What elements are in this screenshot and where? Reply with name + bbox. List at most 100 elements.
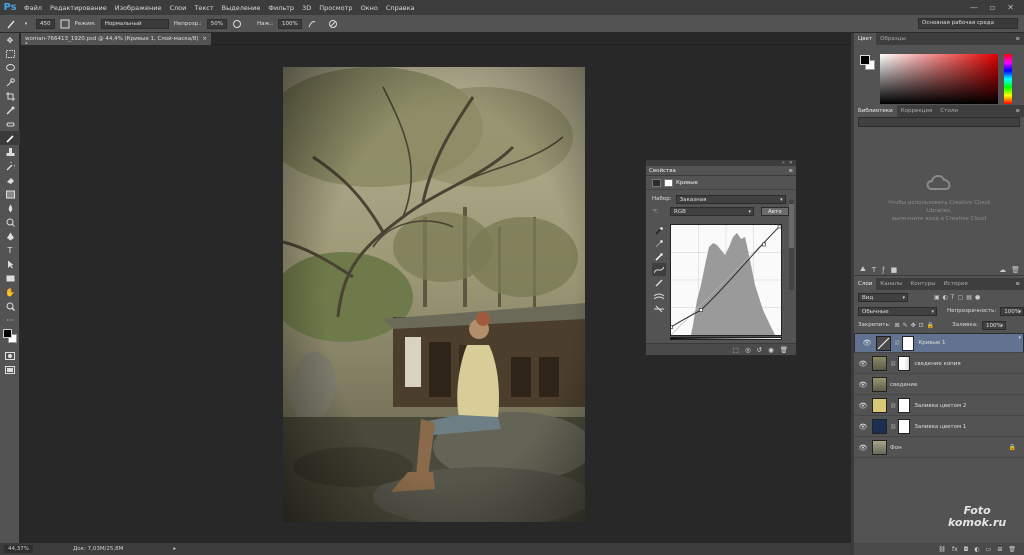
curves-graph[interactable] (669, 224, 782, 336)
pressure-field[interactable]: 100% (278, 18, 302, 29)
libraries-menu-icon[interactable]: ≡ (1015, 108, 1024, 114)
status-menu-arrow[interactable]: ▸ (173, 546, 176, 552)
lock-artboard-icon[interactable]: ⊡ (919, 322, 924, 329)
new-group-icon[interactable]: ▭ (986, 546, 992, 553)
layer-mask-thumbnail[interactable] (898, 419, 911, 434)
clip-to-layer-icon[interactable]: ⬚ (733, 346, 739, 354)
clone-stamp-tool-icon[interactable] (0, 145, 20, 159)
lock-pixels-icon[interactable]: ✎ (903, 322, 908, 329)
lock-position-icon[interactable]: ✥ (911, 322, 916, 329)
layer-row-background[interactable]: 👁 Фон 🔒 (854, 438, 1024, 458)
gray-point-eyedropper-icon[interactable] (652, 237, 666, 250)
layer-opacity-field[interactable]: 100% (1000, 306, 1024, 316)
layer-row-merged-copy[interactable]: 👁 ⛓ сведение копия (854, 354, 1024, 374)
gradient-tool-icon[interactable] (0, 187, 20, 201)
add-layer-style-icon[interactable]: ƒ (882, 266, 884, 274)
filter-shape-icon[interactable]: ▢ (958, 294, 964, 301)
menu-image[interactable]: Изображение (111, 4, 166, 12)
delete-layer-icon[interactable]: 🗑 (1008, 546, 1016, 553)
tab-color[interactable]: Цвет (854, 33, 877, 45)
mode-select[interactable]: Нормальный (100, 18, 169, 29)
layer-fill-field[interactable]: 100% (981, 320, 1006, 330)
tab-history[interactable]: История (940, 278, 972, 290)
new-layer-icon[interactable]: ⊞ (997, 546, 1002, 553)
layers-menu-icon[interactable]: ≡ (1015, 281, 1024, 287)
filter-type-icon[interactable]: T (951, 294, 955, 301)
maximize-button[interactable]: ▫ (990, 3, 995, 12)
brush-size-field[interactable]: 450 (36, 18, 55, 29)
mask-link-icon[interactable]: ⛓ (890, 403, 896, 409)
filter-smart-object-icon[interactable]: ▤ (966, 294, 972, 301)
properties-scrollbar[interactable] (789, 200, 794, 290)
close-window-button[interactable]: ✕ (1007, 3, 1014, 12)
tab-channels[interactable]: Каналы (876, 278, 906, 290)
blur-tool-icon[interactable] (0, 201, 20, 215)
foreground-color-swatch[interactable] (3, 329, 12, 338)
menu-layers[interactable]: Слои (165, 4, 190, 12)
menu-3d[interactable]: 3D (298, 4, 315, 12)
path-selection-tool-icon[interactable] (0, 257, 20, 271)
marquee-tool-icon[interactable] (0, 47, 20, 61)
document-photo[interactable] (283, 67, 585, 522)
filter-pixel-icon[interactable]: ▣ (934, 294, 940, 301)
channel-select[interactable]: RGB (670, 206, 754, 216)
minimize-button[interactable]: — (970, 3, 978, 12)
black-point-eyedropper-icon[interactable] (652, 224, 666, 237)
delete-library-item-icon[interactable]: 🗑 (1011, 266, 1020, 274)
layer-visibility-eye-icon[interactable]: 👁 (854, 360, 872, 368)
menu-file[interactable]: Файл (20, 4, 46, 12)
document-tab[interactable]: woman-766413_1920.psd @ 44,4% (Кривые 1,… (21, 33, 211, 48)
color-swatches[interactable] (0, 327, 20, 349)
hand-tool-icon[interactable]: ✋ (0, 285, 20, 299)
menu-select[interactable]: Выделение (218, 4, 265, 12)
cc-sync-icon[interactable]: ☁ (999, 266, 1006, 274)
layer-row-curves-1[interactable]: 👁 ⛓ Кривые 1 (854, 333, 1024, 353)
auto-button[interactable]: Авто (761, 206, 789, 216)
layer-mask-thumbnail[interactable] (898, 398, 911, 413)
curves-adjustment-icon[interactable] (652, 178, 661, 187)
pen-tool-icon[interactable] (0, 229, 20, 243)
tab-libraries[interactable]: Библиотеки (854, 105, 897, 117)
menu-window[interactable]: Окно (357, 4, 382, 12)
screen-mode-icon[interactable] (0, 363, 20, 377)
add-color-icon[interactable]: ■ (891, 266, 898, 274)
quick-mask-icon[interactable] (0, 349, 20, 363)
brush-panel-icon[interactable] (60, 19, 70, 29)
filter-adjustment-icon[interactable]: ◐ (943, 294, 948, 301)
menu-view[interactable]: Просмотр (315, 4, 356, 12)
tab-adjustments[interactable]: Коррекция (897, 105, 937, 117)
eraser-tool-icon[interactable] (0, 173, 20, 187)
layer-visibility-eye-icon[interactable]: 👁 (854, 423, 872, 431)
white-point-eyedropper-icon[interactable] (652, 250, 666, 263)
menu-edit[interactable]: Редактирование (46, 4, 111, 12)
mask-link-icon[interactable]: ⛓ (894, 339, 900, 347)
airbrush-icon[interactable] (307, 19, 317, 29)
preset-select[interactable]: Заказная (675, 194, 786, 204)
panel-menu-icon[interactable]: ≡ (788, 168, 796, 174)
tab-swatches[interactable]: Образцы (876, 33, 910, 45)
lock-all-icon[interactable]: 🔒 (927, 322, 934, 329)
rectangle-tool-icon[interactable] (0, 271, 20, 285)
close-panel-button[interactable]: ✕ (789, 160, 793, 166)
layer-kind-filter[interactable]: Вид (858, 292, 908, 302)
crop-tool-icon[interactable] (0, 89, 20, 103)
properties-tab[interactable]: Свойства (649, 168, 676, 174)
zoom-tool-icon[interactable] (0, 299, 20, 313)
tablet-pressure-size-icon[interactable] (328, 19, 338, 29)
view-previous-icon[interactable]: ◎ (745, 346, 751, 354)
hue-slider[interactable] (1004, 54, 1012, 104)
layer-visibility-eye-icon[interactable]: 👁 (854, 444, 872, 452)
history-brush-tool-icon[interactable] (0, 159, 20, 173)
layer-visibility-eye-icon[interactable]: 👁 (854, 402, 872, 410)
layer-visibility-eye-icon[interactable]: 👁 (858, 339, 876, 347)
menu-filter[interactable]: Фильтр (264, 4, 298, 12)
move-tool-icon[interactable]: ✥ (0, 33, 20, 47)
mask-link-icon[interactable]: ⛓ (890, 361, 896, 367)
tab-styles[interactable]: Стили (936, 105, 962, 117)
layer-mask-thumbnail[interactable] (902, 335, 915, 351)
visibility-icon[interactable]: ◉ (768, 346, 774, 354)
clipping-warning-icon[interactable] (652, 302, 666, 315)
layer-mask-thumbnail[interactable] (898, 356, 911, 371)
target-adjust-icon[interactable]: ☜ (652, 207, 666, 215)
blend-mode-select[interactable]: Обычные (858, 306, 937, 316)
